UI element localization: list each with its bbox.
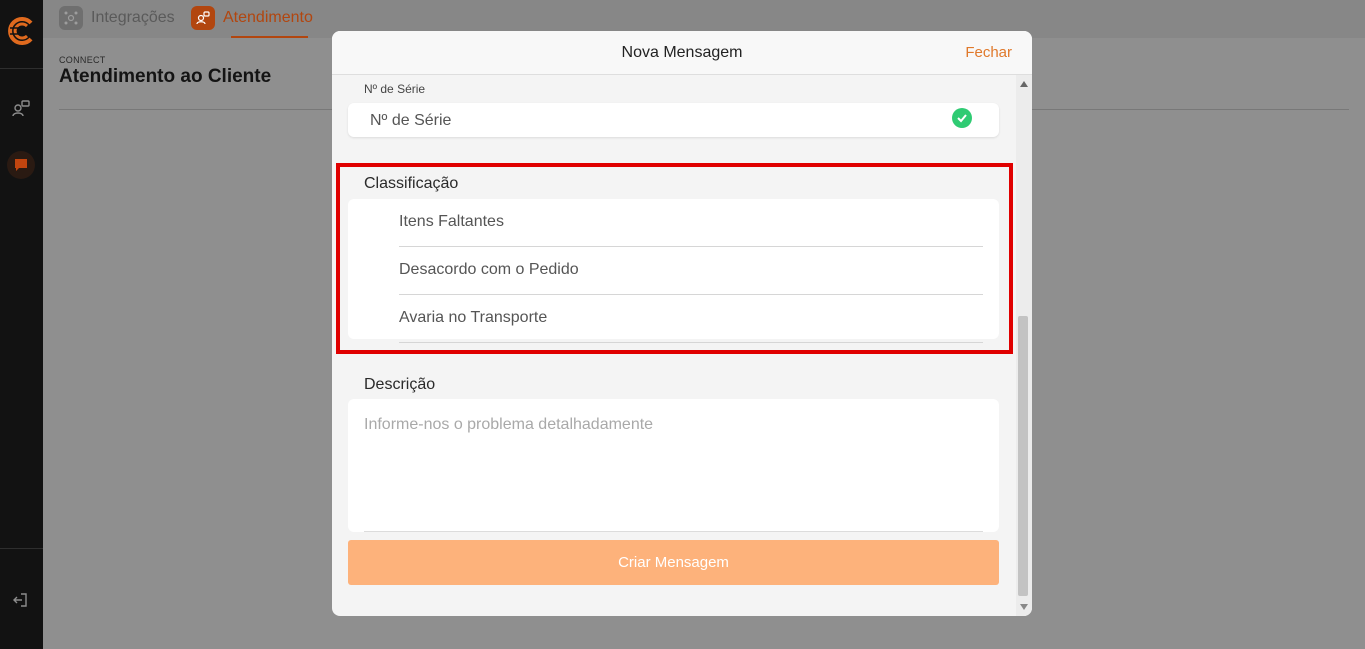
modal-title: Nova Mensagem	[621, 44, 743, 61]
highlight-box	[336, 163, 1013, 354]
serial-number-value: Nº de Série	[370, 112, 452, 129]
tab-atendimento-label: Atendimento	[223, 9, 313, 26]
sidebar-divider-bottom	[0, 548, 43, 549]
tab-integracoes[interactable]: Integrações	[59, 6, 175, 30]
active-tab-indicator	[231, 36, 308, 38]
logout-icon[interactable]	[7, 586, 35, 614]
scroll-down-icon[interactable]	[1020, 604, 1028, 610]
company-logo[interactable]	[4, 14, 38, 48]
description-field	[348, 399, 999, 532]
left-sidebar	[0, 0, 43, 649]
support-icon	[191, 6, 215, 30]
close-button[interactable]: Fechar	[965, 44, 1012, 61]
integrations-icon	[59, 6, 83, 30]
modal-header: Nova Mensagem Fechar	[332, 31, 1032, 75]
description-title: Descrição	[364, 376, 436, 393]
scrollbar-thumb[interactable]	[1018, 316, 1028, 596]
serial-number-field[interactable]: Nº de Série	[348, 103, 999, 137]
chat-bubble-icon[interactable]	[7, 151, 35, 179]
users-share-icon[interactable]	[7, 94, 35, 122]
page-title: Atendimento ao Cliente	[59, 66, 272, 87]
breadcrumb: CONNECT	[59, 55, 106, 65]
tab-integracoes-label: Integrações	[91, 9, 175, 26]
description-textarea[interactable]	[348, 399, 999, 530]
scroll-up-icon[interactable]	[1020, 81, 1028, 87]
new-message-modal: Nova Mensagem Fechar Nº de Série Nº de S…	[332, 31, 1032, 616]
check-circle-icon	[952, 108, 972, 128]
description-underline	[364, 531, 983, 532]
create-message-button[interactable]: Criar Mensagem	[348, 540, 999, 585]
tab-atendimento[interactable]: Atendimento	[191, 6, 313, 30]
modal-scrollbar[interactable]	[1016, 75, 1032, 616]
serial-field-label: Nº de Série	[364, 82, 426, 96]
sidebar-divider	[0, 68, 43, 69]
